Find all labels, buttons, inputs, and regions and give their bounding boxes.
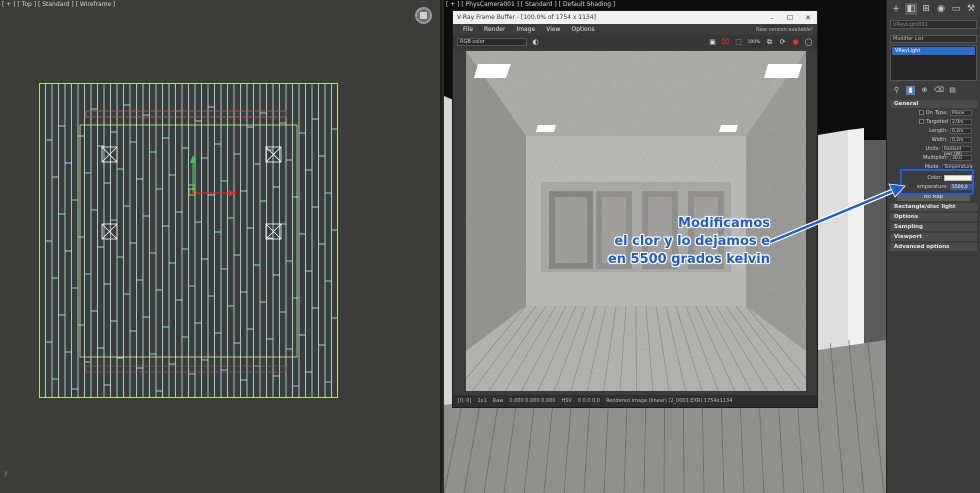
vfb-menu-bar: File Render Image View Options New versi… — [453, 24, 817, 35]
length-field[interactable]: 0,2m — [950, 127, 972, 134]
viewport-label[interactable]: [ + ] [ PhysCamera001 ] [ Standard ] [ D… — [446, 1, 615, 8]
image-info: Rendered image (linear) (2_0001.EXR) 175… — [606, 398, 733, 404]
units-dropdown[interactable]: Radiant pwr (W) — [942, 145, 972, 157]
top-viewport[interactable]: [ + ] [ Top ] [ Standard ] [ Wireframe ] — [0, 0, 442, 493]
create-tab-icon[interactable]: + — [890, 3, 902, 15]
menu-options[interactable]: Options — [571, 26, 594, 33]
transform-gizmo-icon — [188, 155, 237, 196]
channel-dropdown[interactable]: RGB color — [457, 38, 527, 46]
minimize-icon[interactable]: – — [763, 14, 781, 22]
modifier-stack[interactable]: VRayLight — [890, 45, 977, 81]
motion-tab-icon[interactable]: ◉ — [935, 3, 947, 15]
command-panel: + ◧ ⊞ ◉ ▭ ⚒ VRayLight001 Modifier List V… — [886, 0, 980, 493]
stop-render-icon[interactable]: ◯ — [804, 38, 813, 47]
length-label: Length: — [929, 127, 948, 134]
rollout-general[interactable]: General — [890, 100, 977, 108]
pixel-coords: [0, 0] — [458, 398, 472, 404]
hsv-values: 0 0.0 0.0 — [577, 398, 601, 404]
interactive-render-icon[interactable]: ⟳ — [778, 38, 787, 47]
units-label: Units: — [925, 145, 940, 152]
pin-stack-icon[interactable]: ⚲ — [892, 86, 901, 95]
rollout-rect-disc[interactable]: Rectangle/disc light — [890, 203, 977, 211]
rollout-options[interactable]: Options — [890, 213, 977, 221]
modify-tab-icon[interactable]: ◧ — [905, 3, 917, 15]
pixel-values: 0.000 0.000 0.000 — [509, 398, 556, 404]
render-icon[interactable]: ● — [791, 38, 800, 47]
on-checkbox[interactable] — [918, 110, 924, 115]
caption-line-3: en 5500 grados kelvin — [607, 252, 770, 267]
type-dropdown[interactable]: Plane — [950, 109, 972, 116]
rollout-viewport[interactable]: Viewport — [890, 233, 977, 241]
vfb-toolbar: RGB color ◐ ▣ ⌧ ⬚ 100% ⧉ ⟳ ● ◯ — [453, 35, 817, 49]
object-name-field[interactable]: VRayLight001 — [890, 20, 977, 29]
maximize-icon[interactable]: ☐ — [781, 14, 799, 22]
hsv-dropdown[interactable]: HSV — [561, 398, 571, 404]
tutorial-caption: Modificamos el clor y lo dejamos e en 55… — [580, 215, 770, 269]
stack-item-vraylight[interactable]: VRayLight — [892, 47, 975, 55]
hierarchy-tab-icon[interactable]: ⊞ — [920, 3, 932, 15]
menu-image[interactable]: Image — [516, 26, 535, 33]
compare-icon[interactable]: ⧉ — [765, 38, 774, 47]
sample-mode-dropdown[interactable]: 1x1 — [477, 398, 486, 404]
targeted-checkbox[interactable] — [919, 119, 925, 124]
menu-view[interactable]: View — [546, 26, 560, 33]
rollout-advanced[interactable]: Advanced options — [890, 243, 977, 251]
make-unique-icon[interactable]: ⊕ — [920, 86, 929, 95]
width-label: Width: — [931, 136, 948, 143]
width-field[interactable]: 0,2m — [950, 136, 972, 143]
vray-frame-buffer-window[interactable]: V-Ray Frame Buffer - [100.0% of 1754 x 1… — [452, 10, 818, 408]
rollout-sampling[interactable]: Sampling — [890, 223, 977, 231]
targeted-field[interactable]: 2,0m — [950, 118, 972, 125]
utilities-tab-icon[interactable]: ⚒ — [965, 3, 977, 15]
vfb-title: V-Ray Frame Buffer - [100.0% of 1754 x 1… — [457, 14, 596, 21]
zoom-level[interactable]: 100% — [747, 38, 761, 47]
vfb-status-bar: [0, 0] 1x1 Raw 0.000 0.000 0.000 HSV 0 0… — [453, 395, 817, 407]
vfb-title-bar[interactable]: V-Ray Frame Buffer - [100.0% of 1754 x 1… — [453, 11, 817, 24]
update-notice[interactable]: New version available! — [756, 27, 813, 33]
caption-line-2: el clor y lo dejamos e — [614, 234, 770, 249]
on-label: On — [925, 109, 933, 116]
display-tab-icon[interactable]: ▭ — [950, 3, 962, 15]
viewcube-icon[interactable] — [415, 7, 432, 24]
viewport-label[interactable]: [ + ] [ Top ] [ Standard ] [ Wireframe ] — [2, 1, 115, 8]
region-render-icon[interactable]: ⬚ — [734, 38, 743, 47]
color-wheel-icon[interactable]: ◐ — [531, 38, 540, 47]
multiplier-label: Multiplier: — [923, 154, 948, 161]
floor-plan-wireframe[interactable] — [39, 83, 338, 398]
highlight-box — [900, 169, 974, 195]
menu-file[interactable]: File — [463, 26, 473, 33]
caption-line-1: Modificamos — [678, 216, 770, 231]
targeted-label: Targeted — [926, 118, 948, 125]
close-icon[interactable]: ✕ — [799, 14, 817, 22]
remove-modifier-icon[interactable]: ⌫ — [934, 86, 944, 95]
desktop: [ + ] [ Top ] [ Standard ] [ Wireframe ] — [0, 0, 980, 493]
configure-sets-icon[interactable]: ▤ — [948, 86, 957, 95]
axis-indicator: y — [4, 470, 8, 477]
raw-label[interactable]: Raw — [493, 398, 504, 404]
modifier-list-dropdown[interactable]: Modifier List — [890, 35, 977, 43]
multiplier-field[interactable]: 30,0 — [950, 154, 972, 161]
clear-image-icon[interactable]: ⌧ — [721, 38, 730, 47]
save-image-icon[interactable]: ▣ — [708, 38, 717, 47]
type-label: Type: — [934, 109, 948, 116]
menu-render[interactable]: Render — [484, 26, 505, 33]
show-end-result-icon[interactable]: ▮ — [906, 86, 915, 95]
